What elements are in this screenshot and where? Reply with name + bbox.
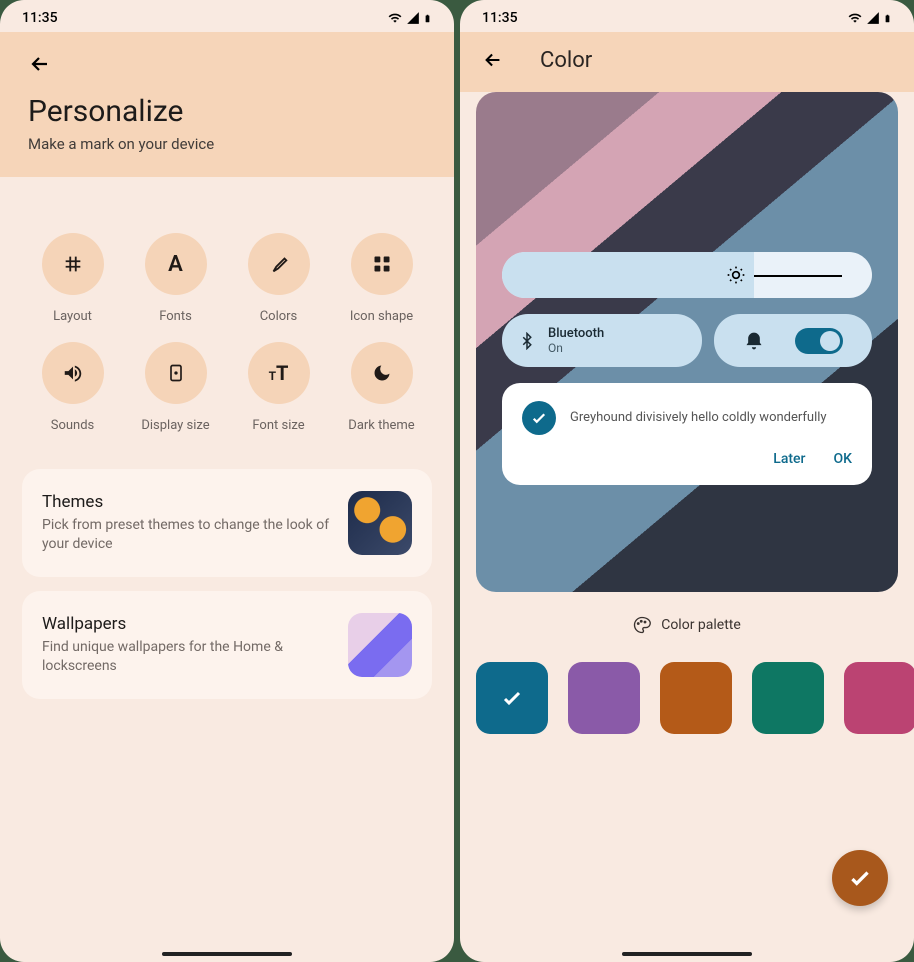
shapes-icon (372, 254, 392, 274)
swatch-1[interactable] (568, 662, 640, 734)
grid-icon (62, 253, 84, 275)
alarm-icon (744, 331, 764, 351)
grid-item-dark-theme[interactable]: Dark theme (335, 342, 428, 433)
swatch-0[interactable] (476, 662, 548, 734)
cards: Themes Pick from preset themes to change… (0, 469, 454, 699)
grid-label: Fonts (159, 309, 192, 324)
status-icons (387, 11, 432, 26)
alarm-toggle[interactable] (795, 328, 843, 354)
check-badge (522, 401, 556, 435)
back-icon (482, 49, 504, 71)
quick-settings-row: Bluetooth On (502, 314, 872, 367)
confirm-fab[interactable] (832, 850, 888, 906)
nav-handle[interactable] (622, 952, 752, 956)
color-preview: Bluetooth On Greyhound divisively hello … (476, 92, 898, 592)
font-icon: A (168, 252, 183, 277)
status-time: 11:35 (482, 10, 518, 26)
header: Color (460, 32, 914, 92)
card-desc: Find unique wallpapers for the Home & lo… (42, 638, 332, 676)
grid-label: Colors (260, 309, 298, 324)
wallpapers-thumbnail (348, 613, 412, 677)
bluetooth-chip[interactable]: Bluetooth On (502, 314, 702, 367)
status-bar: 11:35 (0, 0, 454, 32)
palette-label-row: Color palette (460, 616, 914, 634)
grid-item-font-size[interactable]: TT Font size (232, 342, 325, 433)
moon-icon (372, 363, 392, 383)
eyedropper-icon (268, 253, 290, 275)
swatch-3[interactable] (752, 662, 824, 734)
personalize-screen: 11:35 Personalize Make a mark on your de… (0, 0, 454, 962)
themes-thumbnail (348, 491, 412, 555)
wifi-icon (847, 11, 863, 25)
nav-handle[interactable] (162, 952, 292, 956)
wifi-icon (387, 11, 403, 25)
alarm-chip[interactable] (714, 314, 872, 367)
back-icon (28, 52, 52, 76)
palette-label: Color palette (661, 617, 741, 633)
font-size-icon: TT (269, 361, 289, 385)
volume-icon (62, 362, 84, 384)
ok-button[interactable]: OK (834, 451, 853, 467)
grid-item-layout[interactable]: Layout (26, 233, 119, 324)
bluetooth-icon (518, 332, 536, 350)
bluetooth-state: On (548, 341, 604, 355)
status-icons (847, 11, 892, 26)
page-title: Color (540, 48, 592, 73)
grid-item-sounds[interactable]: Sounds (26, 342, 119, 433)
grid-item-fonts[interactable]: A Fonts (129, 233, 222, 324)
card-desc: Pick from preset themes to change the lo… (42, 516, 332, 554)
notification-text: Greyhound divisively hello coldly wonder… (570, 409, 827, 427)
personalize-grid: Layout A Fonts Colors Icon shape Sounds … (0, 177, 454, 469)
signal-icon (406, 11, 420, 25)
battery-icon (423, 11, 432, 26)
grid-label: Layout (53, 309, 92, 324)
brightness-slider[interactable] (502, 252, 872, 298)
grid-label: Display size (141, 418, 209, 433)
grid-item-colors[interactable]: Colors (232, 233, 325, 324)
later-button[interactable]: Later (773, 451, 805, 467)
swatches-row (460, 634, 914, 734)
palette-icon (633, 616, 651, 634)
grid-item-display-size[interactable]: Display size (129, 342, 222, 433)
signal-icon (866, 11, 880, 25)
card-wallpapers[interactable]: Wallpapers Find unique wallpapers for th… (22, 591, 432, 699)
card-themes[interactable]: Themes Pick from preset themes to change… (22, 469, 432, 577)
header: Personalize Make a mark on your device (0, 32, 454, 177)
swatch-4[interactable] (844, 662, 914, 734)
swatch-2[interactable] (660, 662, 732, 734)
grid-label: Dark theme (348, 418, 414, 433)
grid-label: Font size (252, 418, 304, 433)
page-subtitle: Make a mark on your device (28, 135, 426, 153)
back-button[interactable] (482, 40, 522, 80)
status-time: 11:35 (22, 10, 58, 26)
grid-item-icon-shape[interactable]: Icon shape (335, 233, 428, 324)
battery-icon (883, 11, 892, 26)
color-screen: 11:35 Color Bluetooth On (460, 0, 914, 962)
status-bar: 11:35 (460, 0, 914, 32)
card-title: Themes (42, 492, 332, 512)
card-title: Wallpapers (42, 614, 332, 634)
check-icon (847, 865, 873, 891)
back-button[interactable] (28, 44, 68, 84)
page-title: Personalize (28, 94, 426, 129)
notification-card: Greyhound divisively hello coldly wonder… (502, 383, 872, 485)
check-icon (500, 686, 524, 710)
check-icon (530, 409, 548, 427)
bluetooth-title: Bluetooth (548, 326, 604, 341)
grid-label: Sounds (51, 418, 95, 433)
grid-label: Icon shape (350, 309, 413, 324)
display-size-icon (166, 362, 186, 384)
brightness-icon (726, 265, 746, 285)
